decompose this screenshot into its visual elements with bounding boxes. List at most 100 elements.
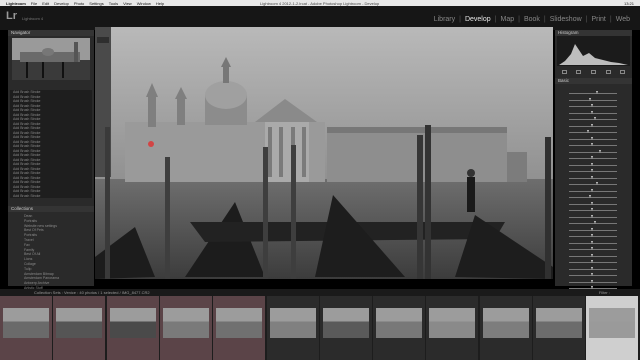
menu-photo[interactable]: Photo [74,1,84,6]
slider-knob[interactable] [591,260,594,264]
slider-knob[interactable] [593,117,596,121]
menu-tools[interactable]: Tools [109,1,118,6]
crop-tool-icon[interactable] [561,69,567,74]
module-library[interactable]: Library [432,16,457,23]
slider-knob[interactable] [591,208,594,212]
catalog-name: Lightroom 4 [22,16,44,21]
filmstrip-thumbnail[interactable] [479,296,532,360]
slider-knob[interactable] [591,123,594,127]
history-list: Add Brush Stroke Add Brush Stroke Add Brus… [10,90,92,198]
thumbnail-image [216,308,263,338]
menu-app[interactable]: Lightroom [6,1,26,6]
menu-help[interactable]: Help [156,1,164,6]
menu-file[interactable]: File [31,1,37,6]
slider-track[interactable] [569,197,617,198]
filmstrip-thumbnail[interactable] [533,296,585,360]
source-breadcrumb[interactable]: Collection Sets : Venice : 40 photos / 1… [34,290,150,295]
thumbnail-image [536,308,582,338]
slider-knob[interactable] [591,169,594,173]
slider-track[interactable] [569,184,617,185]
window-title: Lightroom 4 2012-1-2.lrcat - Adobe Photo… [260,0,380,6]
thumbnail-image [3,308,49,338]
slider-knob[interactable] [591,156,594,160]
slider-knob[interactable] [591,104,594,108]
module-picker: Library | Develop | Map | Book | Slideshow | … [432,16,632,23]
filmstrip-thumbnail[interactable] [586,296,639,360]
slider-knob[interactable] [596,182,599,186]
navigator-header[interactable]: Navigator [8,30,94,36]
develop-sliders [559,90,629,305]
slider-knob[interactable] [591,136,594,140]
module-book[interactable]: Book [522,16,542,23]
menu-view[interactable]: View [123,1,132,6]
filmstrip-thumbnail[interactable] [426,296,479,360]
slider-track[interactable] [569,132,617,133]
module-map[interactable]: Map [498,16,516,23]
slider-knob[interactable] [591,188,594,192]
slider-knob[interactable] [591,201,594,205]
navigator-preview[interactable] [12,38,90,80]
menu-window[interactable]: Window [137,1,151,6]
thumbnail-image [56,308,103,338]
history-step[interactable]: Add Brush Stroke [10,194,92,199]
module-print[interactable]: Print [589,16,607,23]
slider-knob[interactable] [593,221,596,225]
thumbnail-image [429,308,476,338]
filmstrip-thumbnail[interactable] [53,296,106,360]
slider-knob[interactable] [591,175,594,179]
slider-knob[interactable] [591,279,594,283]
filmstrip-thumbnail[interactable] [213,296,266,360]
filmstrip-thumbnail[interactable] [159,296,212,360]
slider-knob[interactable] [598,149,601,153]
slider-knob[interactable] [589,97,591,101]
filmstrip-thumbnail[interactable] [106,296,159,360]
filmstrip-thumbnail[interactable] [0,296,52,360]
menu-develop[interactable]: Develop [54,1,69,6]
slider-knob[interactable] [596,91,599,95]
thumbnail-image [162,308,209,338]
filmstrip-toolbar: Collection Sets : Venice : 40 photos / 1… [0,289,640,296]
tool-strip [557,68,630,75]
photo-canvas[interactable] [95,27,553,279]
module-develop[interactable]: Develop [463,16,493,23]
slider-knob[interactable] [589,195,591,199]
right-panel: Histogram Basic Previous Reset [555,30,632,317]
spot-removal-icon[interactable] [576,69,582,74]
slider-knob[interactable] [591,214,594,218]
slider-knob[interactable] [591,273,594,277]
slider-knob[interactable] [591,110,594,114]
slider-knob[interactable] [591,247,594,251]
slider-knob[interactable] [591,253,594,257]
graduated-filter-icon[interactable] [605,69,611,74]
module-web[interactable]: Web [614,16,632,23]
menu-settings[interactable]: Settings [89,1,103,6]
clock: 13:21 [623,0,634,6]
filmstrip-thumbnail[interactable] [266,296,319,360]
thumbnail-image [269,308,316,338]
filmstrip-thumbnail[interactable] [373,296,426,360]
filmstrip [0,296,640,360]
basic-header[interactable]: Basic [555,78,632,84]
lightroom-logo: Lr [6,10,17,22]
filmstrip-thumbnail[interactable] [319,296,372,360]
red-eye-icon[interactable] [590,69,596,74]
slider-knob[interactable] [586,130,589,134]
menu-edit[interactable]: Edit [42,1,49,6]
thumbnail-image [589,308,636,338]
thumbnail-image [482,308,529,338]
slider-knob[interactable] [591,162,594,166]
adjustment-brush-icon[interactable] [620,69,626,74]
slider-knob[interactable] [591,240,594,244]
thumbnail-image [322,308,369,338]
module-slideshow[interactable]: Slideshow [548,16,584,23]
slider-knob[interactable] [591,266,594,270]
thumbnail-image [109,308,156,338]
filter-label[interactable]: Filter : [599,290,610,295]
slider-knob[interactable] [591,234,594,238]
slider-knob[interactable] [591,143,594,147]
slider-track[interactable] [569,151,617,153]
slider-track[interactable] [569,99,617,101]
slider-track[interactable] [569,93,617,94]
collections-header[interactable]: Collections [8,206,94,212]
slider-knob[interactable] [591,227,594,231]
